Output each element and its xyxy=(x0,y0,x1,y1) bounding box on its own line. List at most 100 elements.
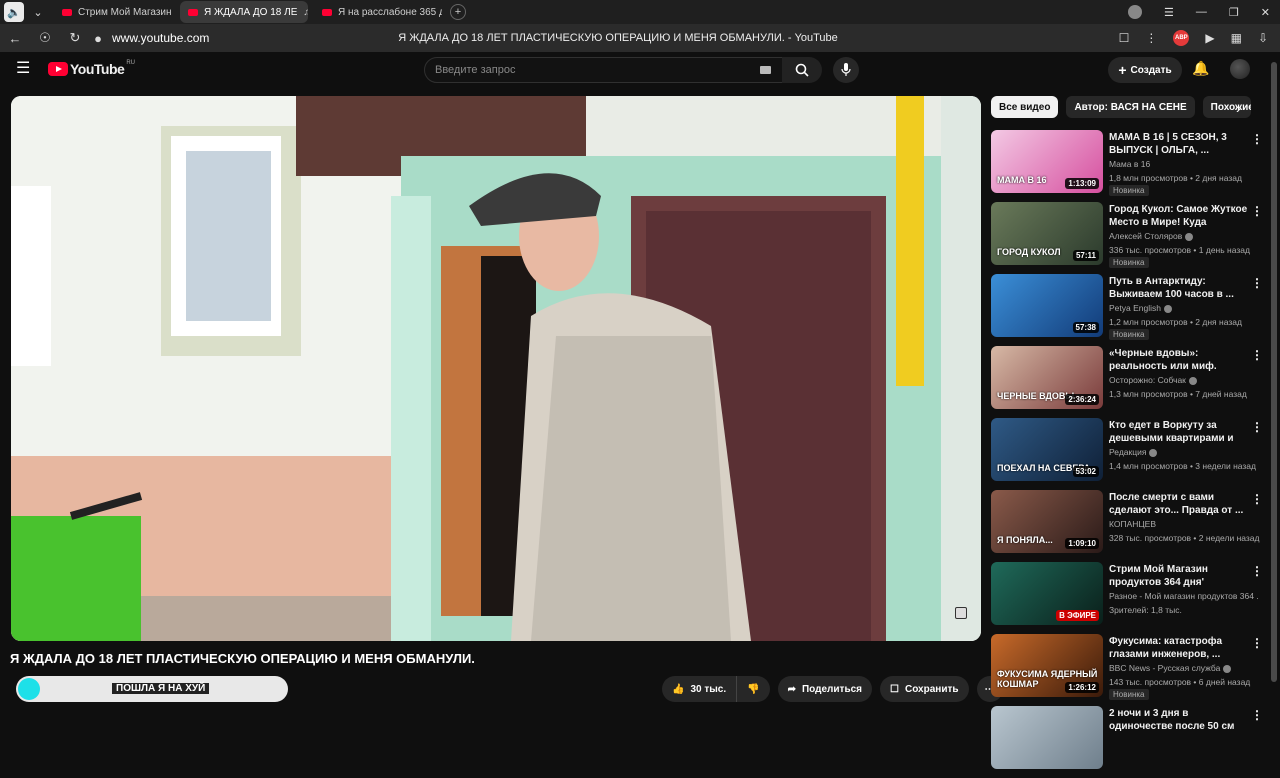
create-button[interactable]: + Создать xyxy=(1108,57,1182,83)
channel-name[interactable]: Petya English xyxy=(1109,303,1161,313)
player-extension-icon[interactable]: ▶ xyxy=(1205,31,1214,45)
save-button[interactable]: ☐ Сохранить xyxy=(880,676,969,702)
channel-name[interactable]: Осторожно: Собчак xyxy=(1109,375,1186,385)
adblock-icon[interactable]: ABP xyxy=(1173,30,1190,46)
recommendation-title[interactable]: 2 ночи и 3 дня в одиночестве после 50 см… xyxy=(1109,707,1249,733)
recommendation-channel[interactable]: Разное - Мой магазин продуктов 364 ... xyxy=(1109,591,1259,601)
channel-name[interactable]: Алексей Столяров xyxy=(1109,231,1182,241)
recommendation-title[interactable]: Путь в Антарктиду: Выживаем 100 часов в … xyxy=(1109,275,1249,301)
channel-name[interactable]: Мама в 16 xyxy=(1109,159,1150,169)
download-icon[interactable]: ⇩ xyxy=(1258,31,1268,45)
new-tab-button[interactable]: + xyxy=(450,4,466,20)
close-window-icon[interactable]: ✕ xyxy=(1261,6,1270,19)
recommendation-item[interactable]: 2 ночи и 3 дня в одиночестве после 50 см… xyxy=(991,706,1266,778)
youtube-logo[interactable]: YouTube RU xyxy=(48,60,135,77)
search-button[interactable] xyxy=(782,57,822,83)
voice-search-button[interactable] xyxy=(833,57,859,83)
chip-similar[interactable]: Похожие xyxy=(1202,96,1251,118)
more-vertical-icon[interactable]: ⋮ xyxy=(1251,420,1263,434)
recommendation-channel[interactable]: Алексей Столяров xyxy=(1109,231,1259,241)
verified-check-icon xyxy=(1223,664,1232,673)
channel-name[interactable]: Редакция xyxy=(1109,447,1146,457)
recommendation-title[interactable]: МАМА В 16 | 5 СЕЗОН, 3 ВЫПУСК | ОЛЬГА, .… xyxy=(1109,131,1249,157)
miniplayer-icon[interactable] xyxy=(955,607,967,619)
notifications-bell-icon[interactable]: 🔔 xyxy=(1192,60,1209,77)
share-icon: ➦ xyxy=(787,683,796,695)
guide-menu-icon[interactable]: ☰ xyxy=(16,61,32,77)
recommendation-channel[interactable]: Petya English xyxy=(1109,303,1259,313)
more-vertical-icon[interactable]: ⋮ xyxy=(1145,31,1157,45)
reload-icon[interactable]: ↻ xyxy=(60,30,90,46)
like-button[interactable]: 👍 30 тыс. xyxy=(662,676,737,702)
recommendation-item[interactable]: ЧЕРНЫЕ ВДОВЫ 2:36:24 «Черные вдовы»: реаль… xyxy=(991,346,1266,418)
recommendation-item[interactable]: ГОРОД КУКОЛ 57:11 Город Кукол: Самое Жутко… xyxy=(991,202,1266,274)
recommendation-title[interactable]: Стрим Мой Магазин продуктов 364 дня' xyxy=(1109,563,1249,589)
yandex-icon[interactable]: ☉ xyxy=(30,30,60,46)
video-thumbnail[interactable] xyxy=(991,706,1103,769)
recommendation-title[interactable]: Кто едет в Воркуту за дешевыми квартирам… xyxy=(1109,419,1249,445)
video-thumbnail[interactable]: МАМА В 16 1:13:09 xyxy=(991,130,1103,193)
scrollbar[interactable] xyxy=(1268,52,1280,720)
profile-icon[interactable] xyxy=(1128,5,1143,19)
recommendation-item[interactable]: ФУКУСИМА ЯДЕРНЫЙ КОШМАР 1:26:12 Фукусима: … xyxy=(991,634,1266,706)
keyboard-icon[interactable] xyxy=(760,66,771,74)
video-thumbnail[interactable]: ФУКУСИМА ЯДЕРНЫЙ КОШМАР 1:26:12 xyxy=(991,634,1103,697)
url-field[interactable]: www.youtube.com xyxy=(112,31,352,45)
site-info-icon[interactable]: ● xyxy=(90,31,106,46)
channel-avatar[interactable] xyxy=(18,678,40,700)
more-vertical-icon[interactable]: ⋮ xyxy=(1251,492,1263,506)
channel-info-overlay[interactable]: ПОШЛА Я НА ХУЙ xyxy=(16,676,288,702)
more-vertical-icon[interactable]: ⋮ xyxy=(1251,132,1263,146)
chevron-right-icon[interactable]: › xyxy=(1236,100,1241,116)
video-thumbnail[interactable]: ПОЕХАЛ НА СЕВЕРА 53:02 xyxy=(991,418,1103,481)
recommendation-channel[interactable]: КОПАНЦЕВ xyxy=(1109,519,1259,529)
browser-tab[interactable]: Я на расслабоне 365 дне xyxy=(314,1,442,23)
video-thumbnail[interactable]: 57:38 xyxy=(991,274,1103,337)
channel-name[interactable]: КОПАНЦЕВ xyxy=(1109,519,1156,529)
browser-tab[interactable]: Стрим Мой Магазин про xyxy=(54,1,174,23)
dislike-button[interactable]: 👎 xyxy=(736,676,770,702)
chip-author[interactable]: Автор: ВАСЯ НА СЕНЕ xyxy=(1066,96,1195,118)
bookmark-icon[interactable]: ☐ xyxy=(1119,31,1130,45)
recommendation-channel[interactable]: Мама в 16 xyxy=(1109,159,1259,169)
avatar[interactable] xyxy=(1230,59,1250,79)
scrollbar-thumb[interactable] xyxy=(1271,62,1277,682)
restore-icon[interactable]: ❐ xyxy=(1229,6,1239,19)
channel-name[interactable]: BBC News - Русская служба xyxy=(1109,663,1220,673)
recommendation-title[interactable]: Фукусима: катастрофа глазами инженеров, … xyxy=(1109,635,1249,661)
recommendation-title[interactable]: Город Кукол: Самое Жуткое Место в Мире! … xyxy=(1109,203,1249,229)
extensions-icon[interactable]: ▦ xyxy=(1231,31,1242,45)
more-vertical-icon[interactable]: ⋮ xyxy=(1251,348,1263,362)
video-thumbnail[interactable]: ГОРОД КУКОЛ 57:11 xyxy=(991,202,1103,265)
more-vertical-icon[interactable]: ⋮ xyxy=(1251,204,1263,218)
recommendation-item[interactable]: ПОЕХАЛ НА СЕВЕРА 53:02 Кто едет в Воркуту … xyxy=(991,418,1266,490)
recommendation-item[interactable]: В ЭФИРЕ Стрим Мой Магазин продуктов 364 д… xyxy=(991,562,1266,634)
recommendation-channel[interactable]: Редакция xyxy=(1109,447,1259,457)
recommendation-title[interactable]: «Черные вдовы»: реальность или миф. Репо… xyxy=(1109,347,1249,373)
recommendation-item[interactable]: 57:38 Путь в Антарктиду: Выживаем 100 час… xyxy=(991,274,1266,346)
video-player[interactable] xyxy=(11,96,981,641)
recommendation-item[interactable]: МАМА В 16 1:13:09 МАМА В 16 | 5 СЕЗОН, 3 В… xyxy=(991,130,1266,202)
recommendation-item[interactable]: Я ПОНЯЛА... 1:09:10 После смерти с вами сд… xyxy=(991,490,1266,562)
recommendation-channel[interactable]: BBC News - Русская служба xyxy=(1109,663,1259,673)
share-button[interactable]: ➦ Поделиться xyxy=(777,676,872,702)
chip-all[interactable]: Все видео xyxy=(991,96,1059,118)
video-thumbnail[interactable]: Я ПОНЯЛА... 1:09:10 xyxy=(991,490,1103,553)
recommendation-channel[interactable]: Осторожно: Собчак xyxy=(1109,375,1259,385)
speaker-icon[interactable]: 🔈 xyxy=(4,2,24,22)
more-vertical-icon[interactable]: ⋮ xyxy=(1251,636,1263,650)
minimize-icon[interactable]: — xyxy=(1196,6,1207,18)
back-arrow-icon[interactable]: ← xyxy=(0,31,30,46)
more-vertical-icon[interactable]: ⋮ xyxy=(1251,564,1263,578)
more-vertical-icon[interactable]: ⋮ xyxy=(1251,276,1263,290)
tab-list-chevron-icon[interactable]: ⌄ xyxy=(28,2,48,22)
recommendation-meta: 1,4 млн просмотров • 3 недели назад xyxy=(1109,461,1256,471)
menu-icon[interactable]: ☰ xyxy=(1164,6,1174,19)
channel-name[interactable]: Разное - Мой магазин продуктов 364 ... xyxy=(1109,591,1259,601)
search-input[interactable]: Введите запрос xyxy=(424,57,784,83)
video-thumbnail[interactable]: В ЭФИРЕ xyxy=(991,562,1103,625)
recommendation-title[interactable]: После смерти с вами сделают это... Правд… xyxy=(1109,491,1249,517)
browser-tab-active[interactable]: Я ЖДАЛА ДО 18 ЛЕ ♫ ✕ xyxy=(180,1,308,23)
video-thumbnail[interactable]: ЧЕРНЫЕ ВДОВЫ 2:36:24 xyxy=(991,346,1103,409)
microphone-icon xyxy=(841,63,851,76)
